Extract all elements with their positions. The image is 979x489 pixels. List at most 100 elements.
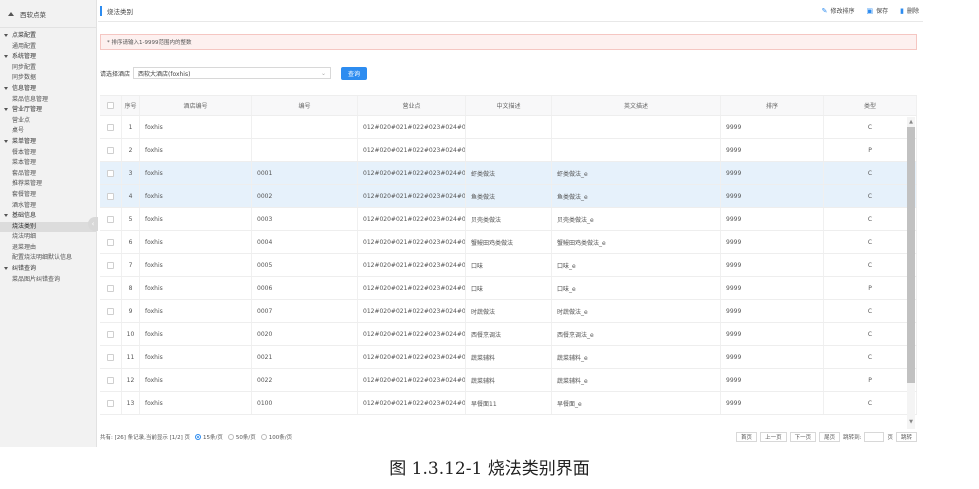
row-checkbox[interactable]	[107, 284, 114, 292]
brand-label: 西软点菜	[20, 10, 46, 19]
cn-desc-cell	[466, 116, 552, 138]
row-checkbox-cell	[100, 139, 122, 161]
table-row[interactable]: 12 foxhis 0022 012#020#021#022#023#024#02..…	[100, 369, 917, 392]
sidebar-item-label: 菜单管理	[12, 137, 37, 145]
sidebar-item-label: 营业厅管理	[12, 106, 43, 114]
row-checkbox[interactable]	[107, 192, 114, 200]
sort-cell: 9999	[721, 300, 824, 322]
save-label: 保存	[876, 8, 889, 15]
col-header-code[interactable]: 编号	[252, 96, 358, 115]
sidebar-item[interactable]: 餐本管理	[0, 148, 96, 159]
page-size-100[interactable]: 100条/页	[260, 433, 292, 441]
sidebar-item[interactable]: 菜品图片纠错查询	[0, 275, 96, 286]
first-page-button[interactable]: 首页	[736, 432, 758, 442]
radio-icon	[260, 434, 267, 440]
select-all-checkbox[interactable]	[107, 102, 114, 109]
sidebar-item[interactable]: 同步数据	[0, 73, 96, 84]
sidebar-group[interactable]: 纠错查询	[0, 264, 96, 275]
table-row[interactable]: 6 foxhis 0004 012#020#021#022#023#024#02...…	[100, 231, 917, 254]
hotel-select[interactable]: 西软大酒店(foxhis) ⌄	[133, 67, 332, 79]
col-header-sort[interactable]: 排序	[721, 96, 824, 115]
row-checkbox[interactable]	[107, 353, 114, 361]
table-row[interactable]: 7 foxhis 0005 012#020#021#022#023#024#02...…	[100, 254, 917, 277]
row-no: 3	[122, 162, 140, 184]
table-row[interactable]: 10 foxhis 0020 012#020#021#022#023#024#02..…	[100, 323, 917, 346]
sidebar-item[interactable]: 退菜理由	[0, 243, 96, 254]
sidebar-item[interactable]: 配置烧法明细默认信息	[0, 253, 96, 264]
row-checkbox[interactable]	[107, 307, 114, 315]
page-size-label: 50条/页	[235, 435, 256, 441]
col-header-type[interactable]: 类型	[824, 96, 917, 115]
row-checkbox-cell	[100, 254, 122, 276]
next-page-button[interactable]: 下一页	[789, 432, 817, 442]
sidebar-group[interactable]: 营业厅管理	[0, 105, 96, 116]
caret-down-icon	[4, 214, 8, 218]
scroll-down-icon[interactable]: ▼	[907, 418, 915, 426]
sidebar-item[interactable]: 菜品信息管理	[0, 95, 96, 106]
row-checkbox[interactable]	[107, 399, 114, 407]
delete-button[interactable]: ▮ 删除	[900, 6, 919, 16]
table-row[interactable]: 9 foxhis 0007 012#020#021#022#023#024#02...…	[100, 300, 917, 323]
sidebar-brand[interactable]: 西软点菜	[0, 0, 96, 28]
col-header-no[interactable]: 序号	[122, 96, 140, 115]
prev-page-button[interactable]: 上一页	[760, 432, 787, 442]
table-row[interactable]: 2 foxhis 012#020#021#022#023#024#02... 9999…	[100, 139, 917, 162]
type-cell: C	[824, 116, 917, 138]
table-row[interactable]: 11 foxhis 0021 012#020#021#022#023#024#02..…	[100, 346, 917, 369]
row-checkbox[interactable]	[107, 169, 114, 177]
query-button[interactable]: 查询	[341, 66, 368, 80]
en-desc-cell: 蟹鳗田鸡类做法_e	[552, 231, 721, 253]
table-row[interactable]: 1 foxhis 012#020#021#022#023#024#02... 9999…	[100, 116, 917, 139]
sidebar-item[interactable]: 通用配置	[0, 42, 96, 53]
sidebar-item[interactable]: 烧法明细	[0, 232, 96, 243]
table-row[interactable]: 3 foxhis 0001 012#020#021#022#023#024#02...…	[100, 162, 917, 185]
page-size-15[interactable]: 15条/页	[195, 433, 223, 441]
sidebar-item[interactable]: 套品管理	[0, 169, 96, 180]
scroll-up-icon[interactable]: ▲	[907, 118, 915, 126]
table-row[interactable]: 13 foxhis 0100 012#020#021#022#023#024#02..…	[100, 392, 917, 415]
sort-cell: 9999	[721, 277, 824, 299]
sidebar-group[interactable]: 信息管理	[0, 84, 96, 95]
row-no: 7	[122, 254, 140, 276]
sidebar-item[interactable]: 菜本管理	[0, 158, 96, 169]
sidebar-group[interactable]: 菜单管理	[0, 137, 96, 148]
col-header-en[interactable]: 英文描述	[552, 96, 721, 115]
col-header-hotel[interactable]: 酒店编号	[140, 96, 252, 115]
sidebar-item[interactable]: 烧法类别	[0, 221, 96, 233]
sort-cell: 9999	[721, 254, 824, 276]
row-checkbox[interactable]	[107, 376, 114, 384]
edit-sort-button[interactable]: ✎ 修改排序	[822, 6, 855, 16]
row-checkbox[interactable]	[107, 330, 114, 338]
caret-down-icon	[4, 86, 8, 90]
last-page-button[interactable]: 尾页	[819, 432, 841, 442]
sidebar-group[interactable]: 点菜配置	[0, 31, 96, 42]
row-checkbox[interactable]	[107, 261, 114, 269]
col-header-point[interactable]: 营业点	[358, 96, 466, 115]
table-row[interactable]: 8 foxhis 0006 012#020#021#022#023#024#02...…	[100, 277, 917, 300]
collapse-sidebar-button[interactable]: ‹	[88, 217, 98, 231]
sidebar-item[interactable]: 套餐管理	[0, 190, 96, 201]
sidebar-item[interactable]: 营业点	[0, 116, 96, 127]
row-checkbox[interactable]	[107, 215, 114, 223]
row-checkbox[interactable]	[107, 123, 114, 131]
row-checkbox[interactable]	[107, 146, 114, 154]
sidebar-item[interactable]: 同步配置	[0, 63, 96, 74]
jump-button[interactable]: 跳转	[895, 432, 917, 442]
sidebar-group[interactable]: 基础信息	[0, 211, 96, 222]
type-cell: C	[824, 162, 917, 184]
table-scrollbar-thumb[interactable]	[907, 127, 915, 383]
page-size-50[interactable]: 50条/页	[227, 433, 256, 441]
table-row[interactable]: 4 foxhis 0002 012#020#021#022#023#024#02...…	[100, 185, 917, 208]
jump-page-input[interactable]	[864, 432, 885, 442]
sidebar-item[interactable]: 桌号	[0, 126, 96, 137]
sidebar-item[interactable]: 酒水管理	[0, 201, 96, 212]
sidebar-item[interactable]: 推荐菜管理	[0, 179, 96, 190]
table-row[interactable]: 5 foxhis 0003 012#020#021#022#023#024#02...…	[100, 208, 917, 231]
row-no: 13	[122, 392, 140, 414]
save-button[interactable]: ▣ 保存	[866, 6, 889, 16]
sidebar-group[interactable]: 系统管理	[0, 52, 96, 63]
cn-desc-cell: 蟹鳗田鸡类做法	[466, 231, 552, 253]
row-checkbox[interactable]	[107, 238, 114, 246]
outlet-cell: 012#020#021#022#023#024#02...	[358, 162, 466, 184]
col-header-cn[interactable]: 中文描述	[466, 96, 552, 115]
